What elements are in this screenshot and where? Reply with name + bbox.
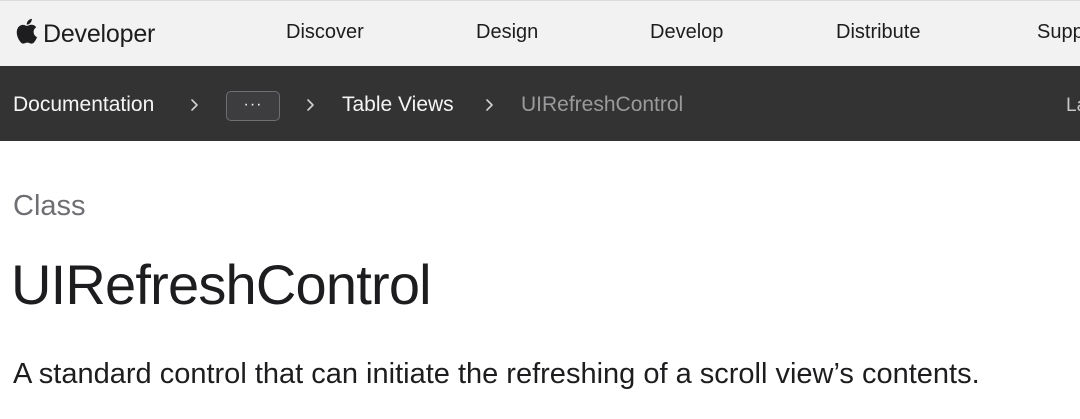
breadcrumb-more-button[interactable]: ··· — [226, 91, 280, 121]
chevron-right-icon — [486, 99, 493, 111]
global-nav: Developer Discover Design Develop Distri… — [0, 0, 1080, 66]
brand-label: Developer — [43, 19, 156, 48]
breadcrumb-current: UIRefreshControl — [521, 93, 684, 116]
chevron-right-icon — [307, 99, 314, 111]
symbol-kind-eyebrow: Class — [13, 190, 86, 222]
nav-link-discover[interactable]: Discover — [286, 21, 364, 44]
apple-logo-icon — [16, 18, 37, 44]
page-title: UIRefreshControl — [11, 253, 432, 316]
nav-link-design[interactable]: Design — [476, 21, 538, 44]
language-toggle[interactable]: La — [1066, 95, 1080, 117]
chevron-right-icon — [191, 99, 198, 111]
abstract-text: A standard control that can initiate the… — [13, 358, 980, 390]
nav-link-develop[interactable]: Develop — [650, 21, 723, 44]
developer-home-link[interactable]: Developer — [14, 16, 155, 52]
nav-link-support[interactable]: Supp — [1037, 21, 1080, 44]
breadcrumb-documentation[interactable]: Documentation — [13, 93, 154, 117]
nav-link-distribute[interactable]: Distribute — [836, 21, 920, 44]
documentation-navbar: Documentation ··· Table Views UIRefreshC… — [0, 66, 1080, 141]
breadcrumb-table-views[interactable]: Table Views — [342, 93, 454, 117]
